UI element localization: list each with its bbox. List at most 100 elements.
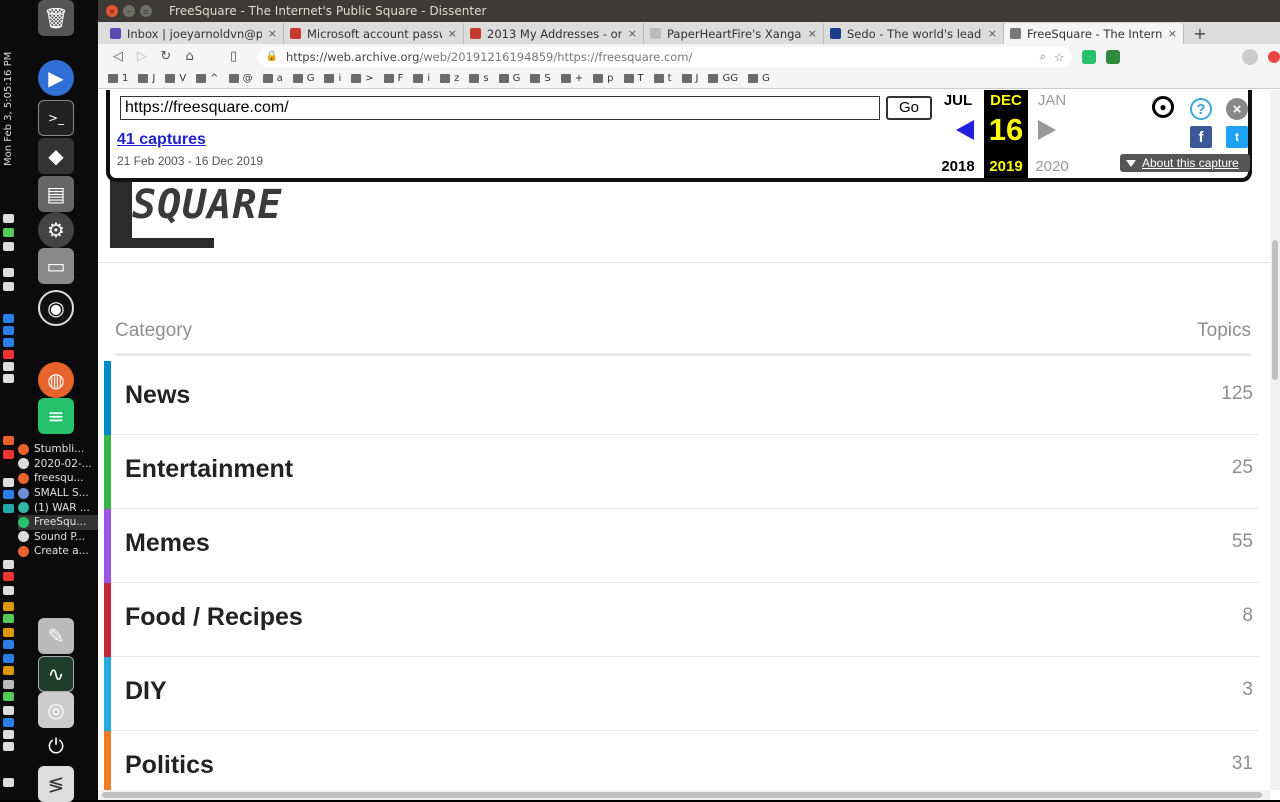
category-name-link[interactable]: Entertainment [125,455,293,484]
indicator-icon[interactable] [3,692,14,701]
tab-close-icon[interactable]: × [808,27,817,40]
bookmark-item[interactable]: @ [228,73,253,84]
bookmark-item[interactable]: ^ [196,73,219,84]
bookmark-item[interactable]: a [262,73,283,84]
bookmark-item[interactable]: s [469,73,489,84]
category-row[interactable]: Memes 55 [104,509,1259,583]
horizontal-scrollbar[interactable] [98,790,1270,800]
zoom-icon[interactable]: ⌕ [1039,49,1045,64]
indicator-icon[interactable] [3,730,14,739]
indicator-icon[interactable] [3,706,14,715]
bookmark-item[interactable]: S [530,73,551,84]
indicator-icon[interactable] [3,586,14,595]
home-button[interactable]: ⌂ [178,46,202,68]
captures-link[interactable]: 41 captures [117,131,206,149]
tab-close-icon[interactable]: × [268,27,277,40]
indicator-icon[interactable] [3,374,14,383]
indicator-icon[interactable] [3,350,14,359]
indicator-icon[interactable] [3,450,14,459]
tab-close-icon[interactable]: × [988,27,997,40]
indicator-icon[interactable] [3,560,14,569]
bookmark-item[interactable]: 1 [108,73,128,84]
indicator-icon[interactable] [3,478,14,487]
trash-icon[interactable]: 🗑 [38,0,74,36]
indicator-icon[interactable] [3,504,14,513]
twitter-icon[interactable]: t [1226,126,1248,148]
scrollbar-thumb[interactable] [102,792,1262,798]
indicator-icon[interactable] [3,602,14,611]
wordpress-icon[interactable] [3,326,14,335]
bookmark-item[interactable]: GG [708,73,738,84]
reload-button[interactable]: ↻ [154,46,178,68]
camera-icon[interactable]: ◎ [38,692,74,728]
bookmark-item[interactable]: J [138,73,155,84]
indicator-icon[interactable] [3,362,14,371]
browser-tab[interactable]: Sedo - The world's leading × [824,23,1004,44]
indicator-icon[interactable] [3,436,14,445]
bookmark-item[interactable]: F [383,73,403,84]
bookmark-item[interactable]: t [653,73,672,84]
category-name-link[interactable]: Food / Recipes [125,603,303,632]
window-list-item[interactable]: SMALL S... [18,486,98,501]
skype-icon[interactable] [3,338,14,347]
bookmark-item[interactable]: i [413,73,430,84]
indicator-icon[interactable] [3,680,14,689]
prev-year[interactable]: 2018 [936,158,980,175]
window-maximize-button[interactable]: ▫ [140,5,152,17]
indicator-icon[interactable] [3,282,14,291]
scrollbar-thumb[interactable] [1272,240,1278,380]
prev-capture-arrow-icon[interactable] [956,120,974,140]
category-row[interactable]: Food / Recipes 8 [104,583,1259,657]
category-row[interactable]: Entertainment 25 [104,435,1259,509]
window-list-item[interactable]: freesqu... [18,471,98,486]
window-minimize-button[interactable]: – [123,5,135,17]
wayback-url-input[interactable]: https://freesquare.com/ [120,96,880,120]
tab-close-icon[interactable]: × [448,27,457,40]
window-list-item[interactable]: Sound P... [18,530,98,545]
clock[interactable]: Mon Feb 3, 5:05:16 PM [1,46,15,176]
battery-icon[interactable] [3,242,14,251]
bookmark-item[interactable]: V [165,73,186,84]
indicator-icon[interactable] [3,742,14,751]
firefox-icon[interactable]: ◍ [38,362,74,398]
indicator-icon[interactable] [3,654,14,663]
window-list-item[interactable]: FreeSqu... [18,514,98,530]
browser-tab[interactable]: Inbox | joeyarnoldvn@pro × [104,23,284,44]
window-close-button[interactable]: × [106,5,118,17]
media-player-icon[interactable]: ▶ [38,60,74,96]
category-row[interactable]: News 125 [104,361,1259,435]
bookmark-item[interactable]: > [351,73,374,84]
bookmark-item[interactable]: T [623,73,644,84]
help-icon[interactable]: ? [1190,98,1212,120]
indicator-icon[interactable] [3,718,14,727]
scanner-icon[interactable]: ▤ [38,176,74,212]
bookmark-item[interactable]: J [681,73,698,84]
dissenter-extension-icon[interactable] [1082,49,1097,64]
browser-tab[interactable]: FreeSquare - The Internet's × [1004,23,1184,44]
indicator-icon[interactable] [3,614,14,623]
workspace-icon[interactable]: ≶ [38,766,74,802]
category-name-link[interactable]: News [125,381,190,410]
tab-close-icon[interactable]: × [628,27,637,40]
lock-icon[interactable]: 🔒 [266,51,278,62]
category-row[interactable]: DIY 3 [104,657,1259,731]
category-name-link[interactable]: Politics [125,751,214,780]
vlc-icon[interactable] [3,628,14,637]
browser-tab[interactable]: PaperHeartFire's Xanga Sil × [644,23,824,44]
power-icon[interactable]: ⏻ [38,728,74,764]
inkscape-icon[interactable]: ◆ [38,138,74,174]
browser-menu-icon[interactable] [1268,50,1280,63]
wifi-icon[interactable] [3,214,14,223]
category-name-link[interactable]: DIY [125,677,167,706]
shield-extension-icon[interactable] [1106,49,1121,64]
window-list-item[interactable]: Stumbli... [18,442,98,457]
browser-tab[interactable]: Microsoft account passwo × [284,23,464,44]
new-tab-button[interactable]: + [1188,23,1212,44]
vivaldi-icon[interactable] [3,572,14,581]
obs-icon[interactable]: ◉ [38,290,74,326]
prev-month[interactable]: JUL [936,92,980,109]
back-button[interactable]: ◁ [106,46,130,68]
files-icon[interactable]: ▭ [38,248,74,284]
category-name-link[interactable]: Memes [125,529,210,558]
tab-close-icon[interactable]: × [1168,27,1177,40]
